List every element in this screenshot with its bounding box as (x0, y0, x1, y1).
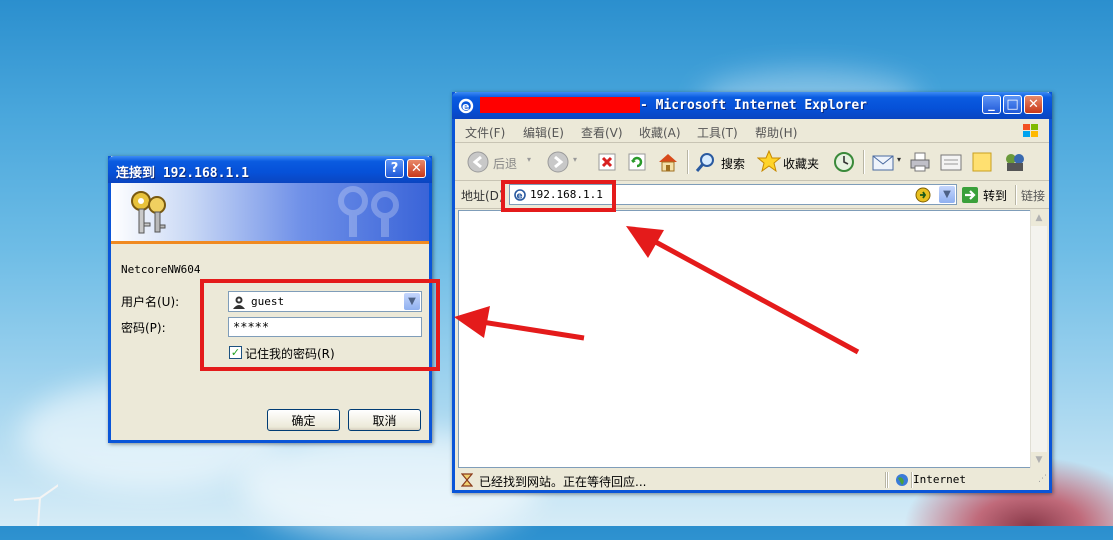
redacted-title-bar (480, 97, 640, 113)
ie-icon: e (458, 98, 474, 114)
links-label[interactable]: 链接 (1021, 187, 1045, 204)
refresh-icon[interactable] (627, 152, 647, 172)
toolbar-separator (863, 150, 865, 174)
edit-icon[interactable] (939, 151, 963, 173)
menu-bar: 文件(F) 编辑(E) 查看(V) 收藏(A) 工具(T) 帮助(H) (455, 120, 1049, 143)
go-arrow-icon[interactable] (961, 186, 979, 204)
scroll-up-icon[interactable]: ▲ (1031, 210, 1047, 226)
menu-view[interactable]: 查看(V) (581, 124, 623, 141)
stop-icon[interactable] (597, 152, 617, 172)
browser-close-button[interactable]: ✕ (1024, 95, 1043, 114)
status-bar: 已经找到网站。正在等待回应... Internet ⋰ (455, 470, 1049, 490)
discuss-icon[interactable] (971, 151, 993, 173)
security-icon (915, 187, 931, 203)
favorites-star-icon[interactable] (757, 150, 781, 172)
vertical-scrollbar[interactable]: ▲ ▼ (1030, 210, 1047, 468)
standard-toolbar: 后退 ▾ ▾ 搜索 收藏夹 ▾ (455, 144, 1049, 181)
highlight-address-box (501, 180, 616, 212)
address-dropdown-icon[interactable]: ▼ (939, 186, 955, 203)
toolbar-separator (1015, 185, 1017, 205)
minimize-button[interactable]: _ (982, 95, 1001, 114)
print-icon[interactable] (909, 151, 931, 173)
go-label[interactable]: 转到 (983, 187, 1007, 204)
search-label[interactable]: 搜索 (721, 155, 745, 172)
close-button[interactable]: ✕ (407, 159, 426, 178)
username-label: 用户名(U): (121, 295, 180, 309)
browser-window: e - Microsoft Internet Explorer _ □ ✕ 文件… (452, 92, 1052, 493)
cancel-button[interactable]: 取消 (348, 409, 421, 431)
keys-watermark-icon (338, 186, 399, 237)
home-icon[interactable] (657, 151, 679, 173)
help-button[interactable]: ? (385, 159, 404, 178)
status-separator (887, 472, 889, 488)
resize-grip-icon[interactable]: ⋰ (1038, 474, 1047, 484)
internet-zone-icon (896, 474, 908, 486)
search-icon[interactable] (695, 151, 717, 173)
back-arrow-icon[interactable] (467, 151, 489, 173)
windows-flag-icon (1023, 124, 1038, 137)
back-dropdown-icon[interactable]: ▾ (527, 155, 531, 164)
scroll-down-icon[interactable]: ▼ (1031, 452, 1047, 468)
svg-text:e: e (462, 100, 469, 113)
browser-title: - Microsoft Internet Explorer (640, 98, 867, 113)
zone-text: Internet (913, 473, 966, 486)
mail-dropdown-icon[interactable]: ▾ (897, 155, 901, 164)
hourglass-icon (461, 473, 473, 487)
highlight-credentials-box (200, 279, 440, 371)
wind-turbine-icon (13, 484, 58, 526)
favorites-label[interactable]: 收藏夹 (783, 155, 819, 172)
keys-icon (131, 191, 166, 234)
address-label: 地址(D) (461, 189, 504, 203)
menu-favorites[interactable]: 收藏(A) (639, 124, 681, 141)
forward-dropdown-icon[interactable]: ▾ (573, 155, 577, 164)
password-label: 密码(P): (121, 321, 166, 335)
login-dialog-titlebar[interactable]: 连接到 192.168.1.1 ? ✕ (108, 156, 432, 183)
maximize-button[interactable]: □ (1003, 95, 1022, 114)
toolbar-separator (687, 150, 689, 174)
menu-help[interactable]: 帮助(H) (755, 124, 797, 141)
status-text: 已经找到网站。正在等待回应... (479, 475, 647, 489)
menu-tools[interactable]: 工具(T) (697, 124, 738, 141)
forward-arrow-icon[interactable] (547, 151, 569, 173)
history-icon[interactable] (833, 151, 855, 173)
mail-icon[interactable] (871, 152, 897, 172)
menu-file[interactable]: 文件(F) (465, 124, 505, 141)
page-content[interactable] (458, 210, 1031, 468)
login-banner (111, 183, 429, 244)
realm-text: NetcoreNW604 (121, 263, 201, 276)
login-dialog-title: 连接到 192.168.1.1 (116, 166, 249, 181)
ok-button[interactable]: 确定 (267, 409, 340, 431)
browser-titlebar[interactable]: e - Microsoft Internet Explorer _ □ ✕ (452, 92, 1052, 119)
messenger-icon[interactable] (1003, 151, 1027, 173)
back-label[interactable]: 后退 (493, 155, 517, 172)
menu-edit[interactable]: 编辑(E) (523, 124, 564, 141)
